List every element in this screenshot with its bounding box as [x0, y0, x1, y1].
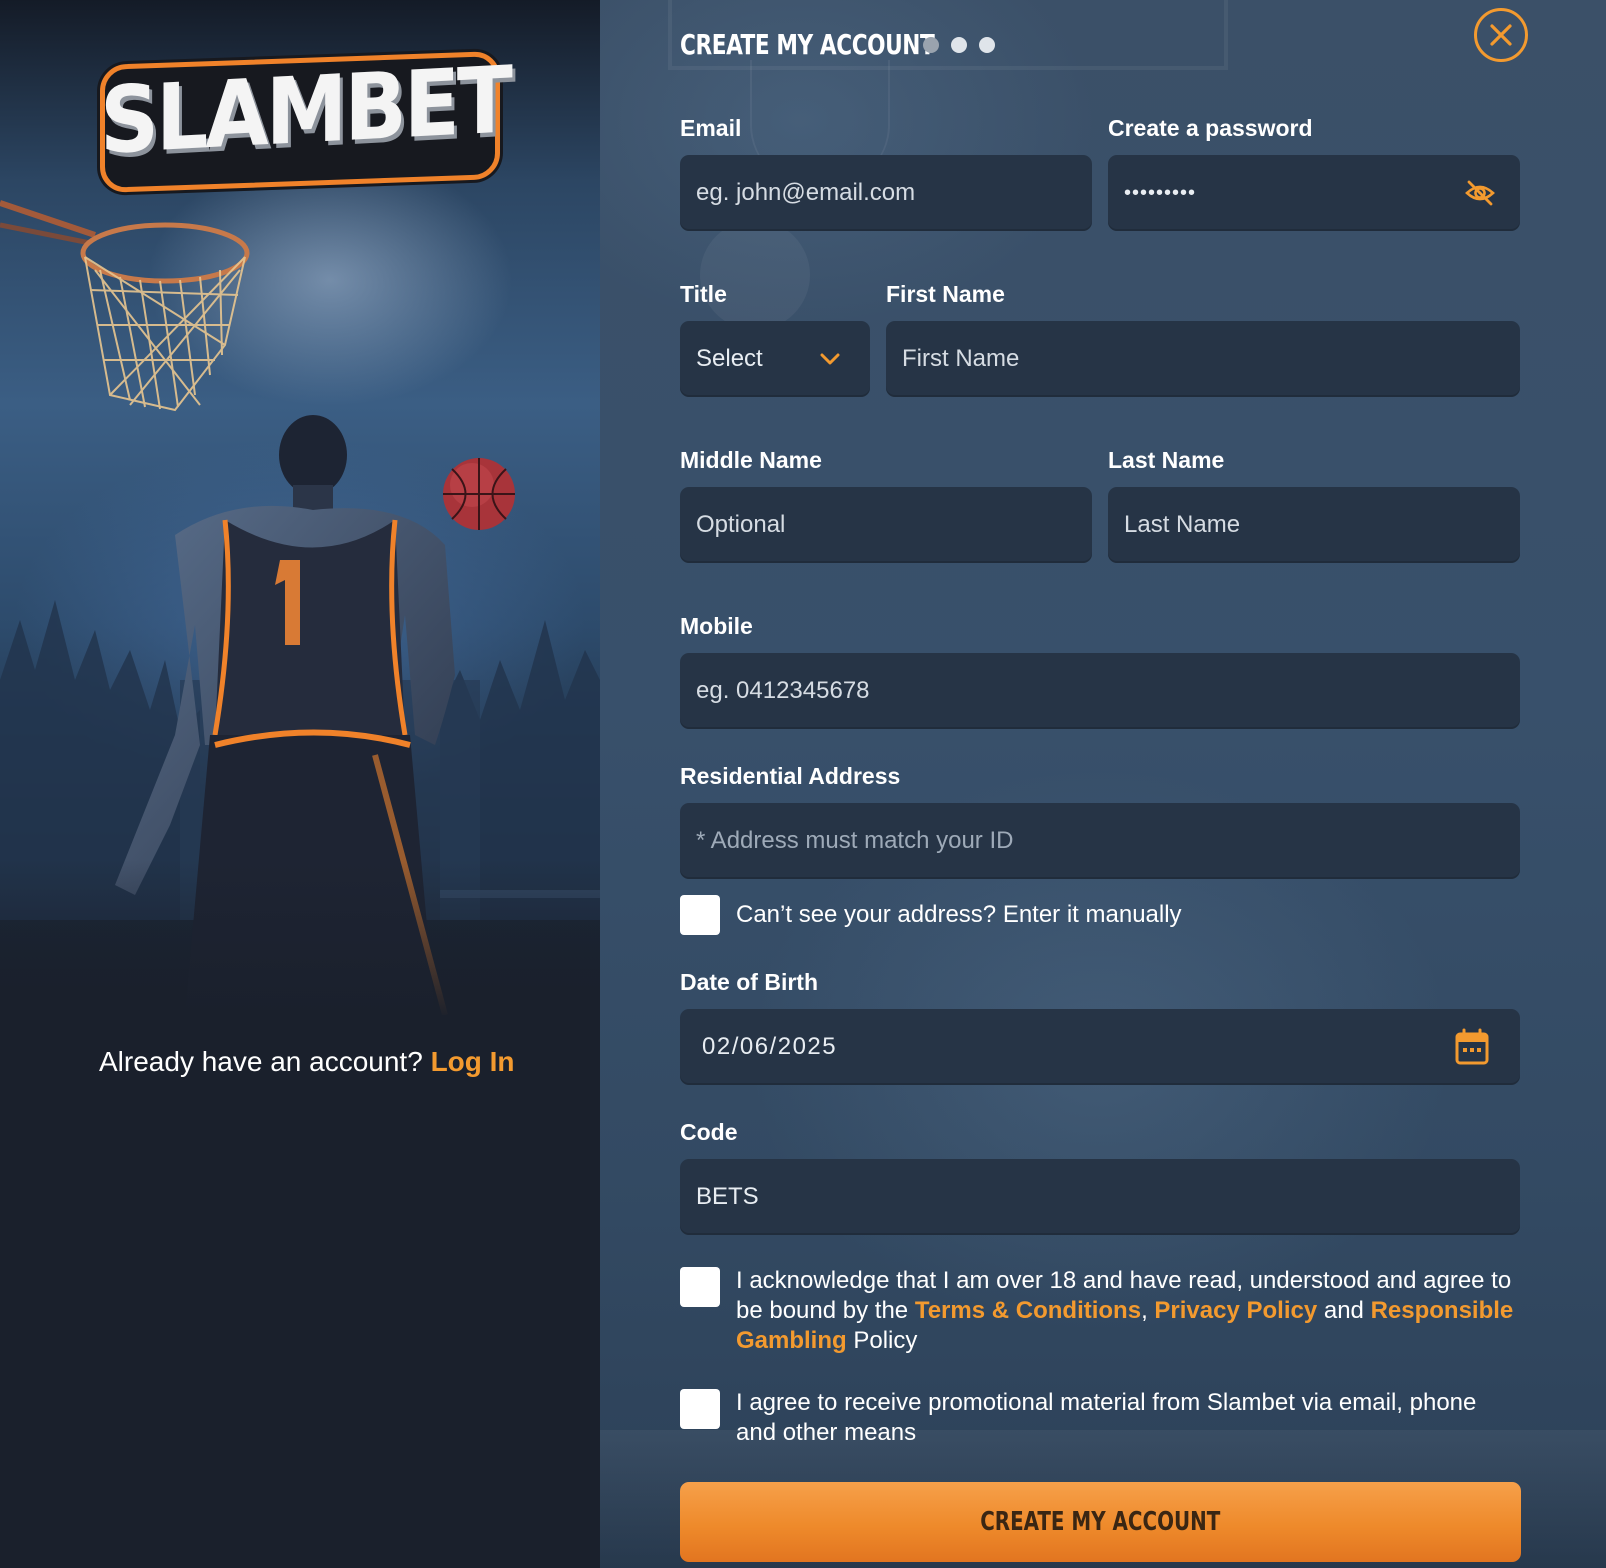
code-label: Code: [680, 1119, 738, 1145]
manual-address-checkbox[interactable]: [680, 895, 720, 935]
code-field[interactable]: BETS: [680, 1159, 1520, 1235]
chevron-down-icon: [820, 352, 840, 366]
code-value: BETS: [696, 1183, 759, 1210]
bg-ball: [700, 220, 810, 330]
basketball-graphic: [443, 458, 515, 530]
email-label: Email: [680, 115, 742, 141]
title-label: Title: [680, 281, 727, 307]
create-account-button-label: CREATE MY ACCOUNT: [980, 1507, 1221, 1537]
title-select-value: Select: [696, 345, 763, 372]
dob-value: 02/06/2025: [702, 1033, 838, 1060]
middle-name-placeholder: Optional: [696, 511, 786, 538]
last-name-field[interactable]: Last Name: [1108, 487, 1520, 563]
password-field[interactable]: •••••••••: [1108, 155, 1520, 231]
promo-checkbox[interactable]: [680, 1389, 720, 1429]
first-name-label: First Name: [886, 281, 1005, 307]
left-panel: SLAMBET Already have an account? Log In: [0, 0, 600, 1568]
first-name-placeholder: First Name: [902, 345, 1020, 372]
step-dot-3: [979, 37, 995, 53]
middle-name-label: Middle Name: [680, 447, 822, 473]
dob-label: Date of Birth: [680, 969, 818, 995]
login-prompt-line: Already have an account? Log In: [99, 1046, 515, 1078]
address-label: Residential Address: [680, 763, 901, 789]
hero-fade: [0, 860, 600, 1020]
privacy-policy-link[interactable]: Privacy Policy: [1154, 1297, 1317, 1324]
email-field[interactable]: eg. john@email.com: [680, 155, 1092, 231]
terms-policy-word: Policy: [853, 1327, 918, 1354]
terms-separator: ,: [1141, 1297, 1148, 1324]
eye-off-icon[interactable]: [1464, 179, 1496, 207]
mobile-placeholder: eg. 0412345678: [696, 677, 870, 704]
form-title: CREATE MY ACCOUNT: [680, 28, 935, 61]
password-label: Create a password: [1108, 115, 1313, 141]
login-prompt-text: Already have an account?: [99, 1046, 423, 1077]
last-name-placeholder: Last Name: [1124, 511, 1241, 538]
close-icon: [1490, 24, 1512, 46]
close-button[interactable]: [1474, 8, 1528, 62]
slambet-logo: SLAMBET: [100, 47, 510, 193]
title-select[interactable]: Select: [680, 321, 870, 397]
address-placeholder: * Address must match your ID: [696, 827, 1014, 854]
middle-name-field[interactable]: Optional: [680, 487, 1092, 563]
signup-form-panel: CREATE MY ACCOUNT Email eg. john@email.c…: [600, 0, 1606, 1568]
last-name-label: Last Name: [1108, 447, 1225, 473]
address-field[interactable]: * Address must match your ID: [680, 803, 1520, 879]
logo-text: SLAMBET: [100, 47, 510, 176]
promo-text[interactable]: I agree to receive promotional material …: [736, 1388, 1516, 1448]
calendar-icon[interactable]: [1454, 1028, 1490, 1066]
step-dot-2: [951, 37, 967, 53]
mobile-label: Mobile: [680, 613, 753, 639]
login-link[interactable]: Log In: [431, 1046, 515, 1077]
dob-field[interactable]: 02/06/2025: [680, 1009, 1520, 1085]
step-indicator: [923, 37, 995, 53]
manual-address-label[interactable]: Can’t see your address? Enter it manuall…: [736, 900, 1182, 930]
create-account-button[interactable]: CREATE MY ACCOUNT: [680, 1482, 1521, 1562]
mobile-field[interactable]: eg. 0412345678: [680, 653, 1520, 729]
hoop-graphic: [0, 200, 250, 412]
email-placeholder: eg. john@email.com: [696, 179, 916, 206]
terms-text: I acknowledge that I am over 18 and have…: [736, 1266, 1516, 1356]
terms-and: and: [1323, 1297, 1364, 1324]
password-value: •••••••••: [1124, 181, 1197, 204]
terms-checkbox[interactable]: [680, 1267, 720, 1307]
first-name-field[interactable]: First Name: [886, 321, 1520, 397]
terms-conditions-link[interactable]: Terms & Conditions: [915, 1297, 1141, 1324]
step-dot-1: [923, 37, 939, 53]
